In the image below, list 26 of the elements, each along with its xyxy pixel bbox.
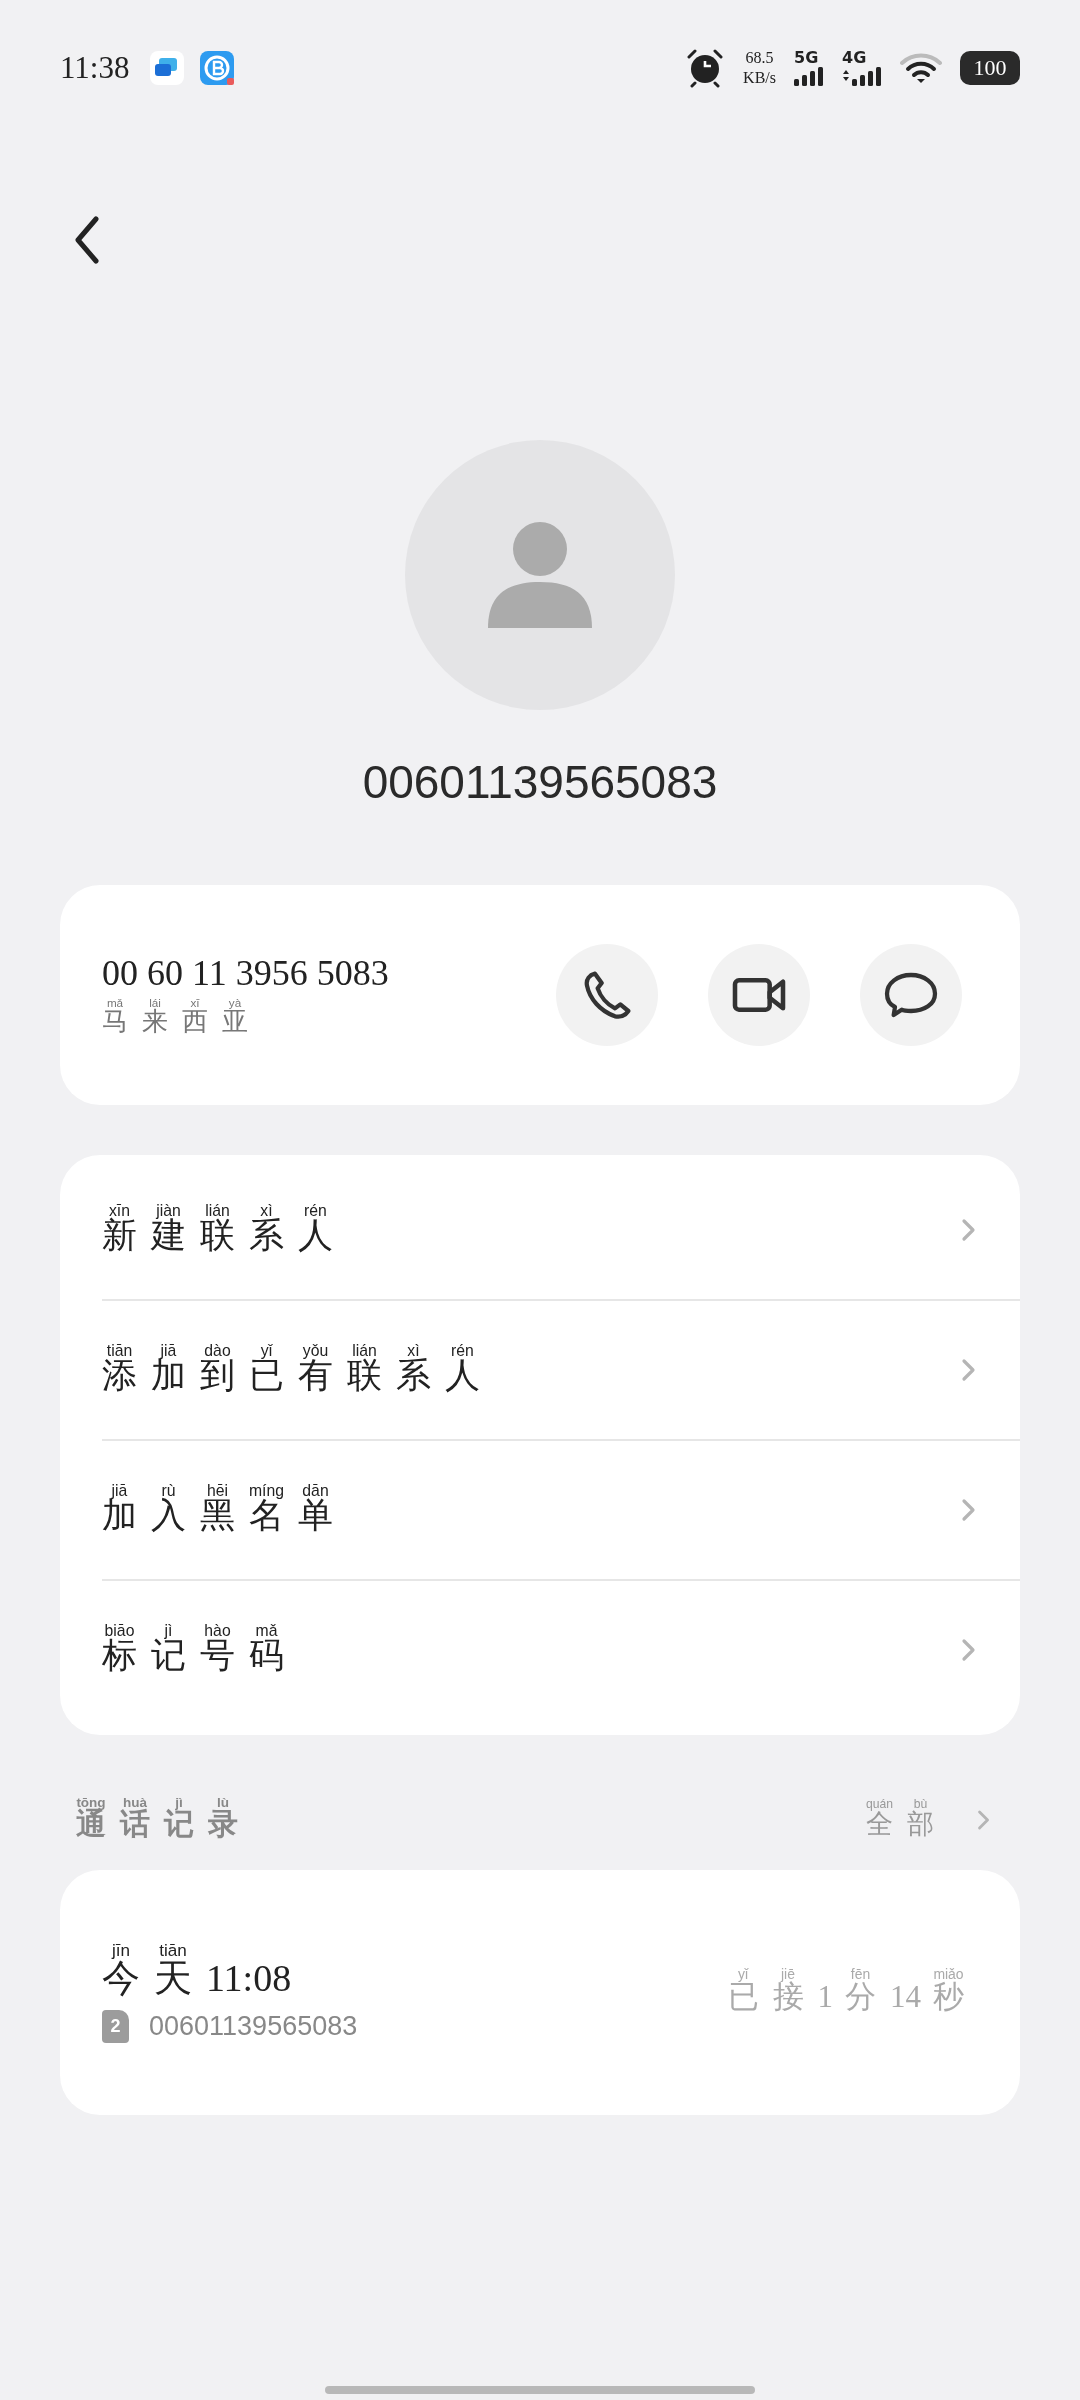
menu-item[interactable]: 添 tiān 加 jiā 到 dào 已 yǐ 有 yǒu 联 lián 系 xì 人 rén — [102, 1299, 1020, 1439]
network-type: 4G — [842, 50, 867, 66]
speed-unit: KB/s — [743, 68, 776, 88]
network-type: 5G — [794, 50, 819, 66]
contact-number: 00601139565083 — [361, 755, 719, 810]
signal-icon — [794, 66, 824, 86]
menu-item[interactable]: 新 xīn 建 jiàn 联 lián 系 xì 人 rén — [102, 1161, 1020, 1299]
call-number: 00601139565083 — [149, 2011, 358, 2042]
chat-app-icon — [149, 50, 186, 86]
sim-card-icon: 2 — [102, 2010, 129, 2043]
status-time: 11:38 — [60, 50, 130, 86]
chevron-right-icon — [976, 1808, 992, 1832]
call-duration: 已 yǐ 接 jiē 1 分 fēn 14 秒 miǎo — [727, 1967, 965, 2016]
call-time: 今 jīn 天 tiān 11:08 — [102, 1942, 293, 2001]
phone-number: 00 60 11 3956 5083 — [102, 952, 389, 995]
wifi-icon — [900, 52, 942, 84]
signal-icon — [842, 66, 882, 86]
section-title: 通 tōng 话 huà 记 jì 录 lù — [76, 1795, 239, 1842]
app-icon — [199, 50, 236, 86]
region-label: 马 mǎ 来 lái 西 xī 亚 yà — [102, 997, 249, 1038]
person-icon — [488, 522, 592, 628]
back-icon[interactable] — [72, 215, 102, 265]
menu-item[interactable]: 加 jiā 入 rù 黑 hēi 名 míng 单 dān — [102, 1439, 1020, 1579]
network-speed: 68.5 — [745, 48, 774, 68]
battery-indicator: 100 — [960, 51, 1020, 85]
menu-item[interactable]: 标 biāo 记 jì 号 hào 码 mǎ — [102, 1579, 1020, 1719]
